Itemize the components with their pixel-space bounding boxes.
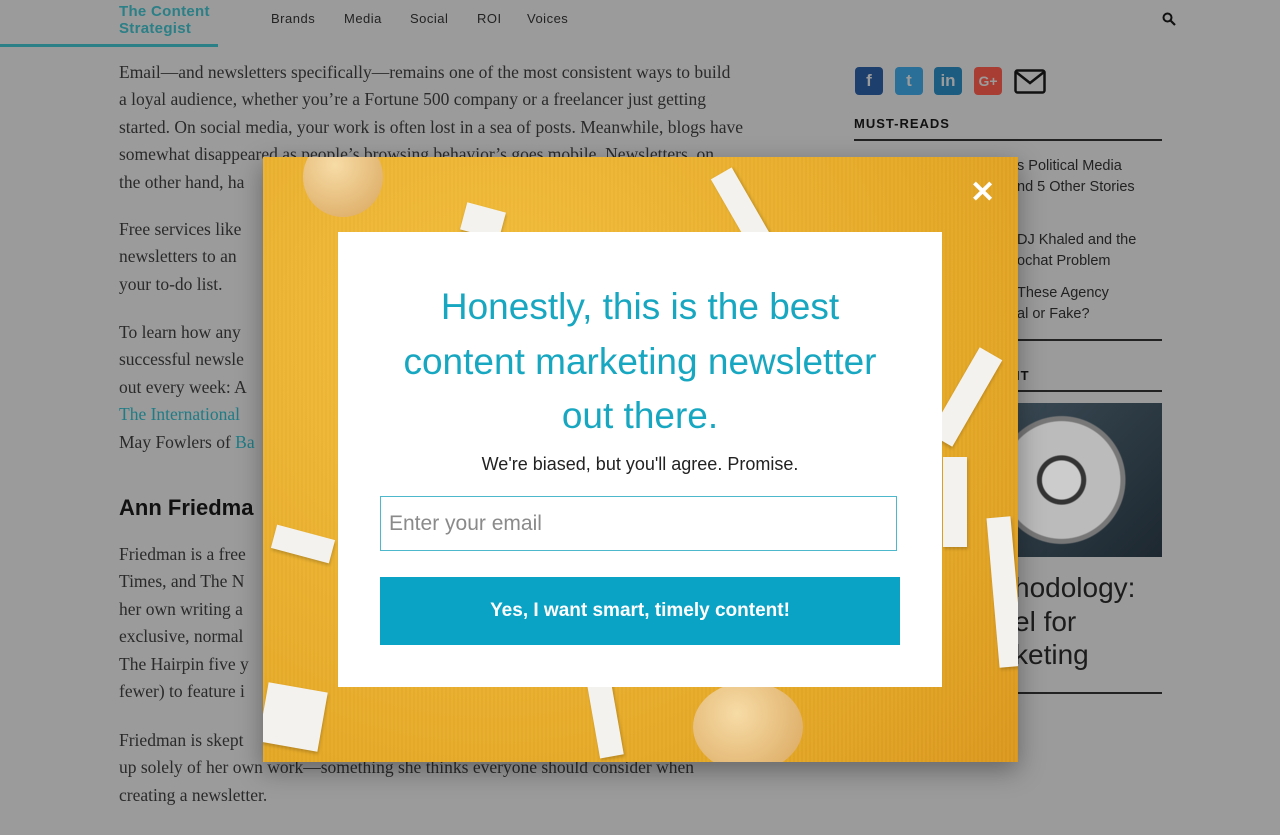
- email-icon[interactable]: [1014, 69, 1046, 94]
- google-plus-icon[interactable]: G+: [974, 67, 1002, 95]
- paper-slip: [270, 524, 336, 564]
- article-link[interactable]: The International: [119, 401, 255, 428]
- signup-box: Honestly, this is the best content market…: [338, 232, 942, 687]
- must-read-item[interactable]: These Agency al or Fake?: [1017, 283, 1109, 325]
- twitter-icon[interactable]: t: [895, 67, 923, 95]
- section-heading: IT: [1016, 368, 1030, 383]
- close-icon[interactable]: ✕: [970, 178, 995, 208]
- nav-voices[interactable]: Voices: [527, 11, 568, 26]
- must-read-item[interactable]: s Political Media nd 5 Other Stories: [1017, 156, 1135, 198]
- logo-line: Strategist: [119, 20, 192, 37]
- nav-brands[interactable]: Brands: [271, 11, 315, 26]
- divider: [854, 139, 1162, 141]
- site-logo[interactable]: The Content Strategist: [119, 3, 210, 37]
- article-paragraph-4: Friedman is a free Times, and The Nher ow…: [119, 544, 249, 702]
- subscribe-button[interactable]: Yes, I want smart, timely content!: [380, 577, 900, 645]
- fortune-cookie-image: [303, 157, 383, 217]
- facebook-icon[interactable]: f: [855, 67, 883, 95]
- paper-slip: [263, 682, 328, 752]
- paper-slip: [986, 516, 1018, 668]
- paper-slip: [943, 457, 967, 547]
- article-link[interactable]: Ba: [235, 432, 254, 452]
- logo-line: The Content: [119, 3, 210, 20]
- modal-headline: Honestly, this is the best content market…: [403, 286, 877, 436]
- logo-underline: [0, 44, 218, 47]
- fortune-cookie-image: [693, 682, 803, 762]
- paper-slip: [586, 675, 624, 759]
- feature-image[interactable]: [1000, 403, 1162, 557]
- must-read-item[interactable]: DJ Khaled and the ochat Problem: [1017, 230, 1136, 272]
- section-heading: Ann Friedma: [119, 495, 254, 520]
- article-paragraph-2: Free services like newsletters to an your …: [119, 219, 242, 294]
- nav-media[interactable]: Media: [344, 11, 382, 26]
- nav-social[interactable]: Social: [410, 11, 448, 26]
- email-input[interactable]: [380, 496, 897, 551]
- search-icon[interactable]: [1162, 12, 1176, 26]
- feature-title[interactable]: hodology: el for keting: [1014, 571, 1135, 672]
- article-paragraph-3: To learn how any successful newsle out eve…: [119, 322, 255, 452]
- modal-subtitle: We're biased, but you'll agree. Promise.: [481, 454, 799, 474]
- linkedin-icon[interactable]: in: [934, 67, 962, 95]
- nav-roi[interactable]: ROI: [477, 11, 502, 26]
- must-reads-heading: MUST-READS: [854, 116, 950, 131]
